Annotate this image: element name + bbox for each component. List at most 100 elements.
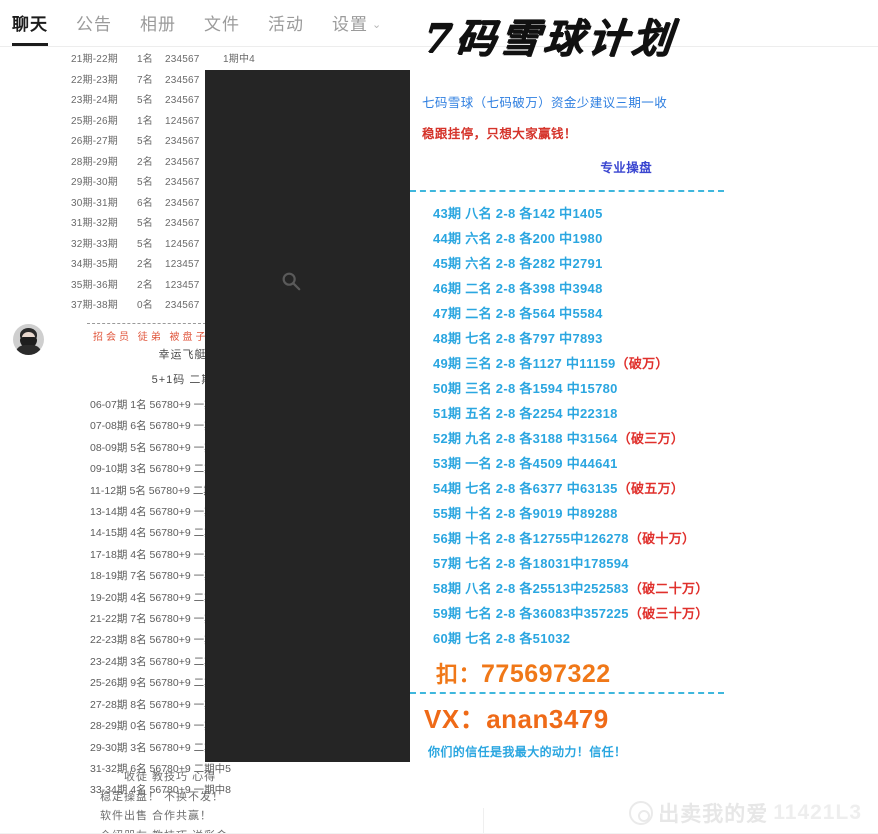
promo-entry-list: 43期 八名 2-8 各142 中1405 44期 六名 2-8 各200 中1… — [410, 192, 724, 651]
entry-text: 49期 三名 2-8 各1127 中11159 — [433, 356, 616, 371]
list-item: 48期 七名 2-8 各797 中7893 — [418, 326, 724, 351]
row-count: 2名 — [137, 259, 153, 270]
row-range: 28期-29期 — [71, 156, 118, 168]
row-count: 5名 — [137, 95, 153, 106]
row-count: 1名 — [137, 115, 153, 127]
list-item: 56期 十名 2-8 各12755中126278（破十万） — [418, 526, 724, 551]
entry-text: 52期 九名 2-8 各3188 中31564 — [433, 431, 618, 446]
nav-tab-album[interactable]: 相册 — [140, 10, 176, 37]
list-item: 44期 六名 2-8 各200 中1980 — [418, 226, 724, 251]
nav-tab-announcement[interactable]: 公告 — [76, 10, 112, 37]
nav-tab-settings[interactable]: 设置 ⌄ — [332, 10, 382, 37]
nav-tab-chat-label: 聊天 — [12, 14, 48, 34]
list-item: 54期 七名 2-8 各6377 中63135（破五万） — [418, 476, 724, 501]
nav-tab-files[interactable]: 文件 — [204, 10, 240, 37]
entry-text: 48期 七名 2-8 各797 中7893 — [433, 331, 603, 346]
promo-contact-block: 扣：775697322 VX：anan3479 你们的信任是我最大的动力！信任！ — [410, 651, 724, 760]
row-result: 1期中4 — [223, 54, 255, 65]
list-item: 57期 七名 2-8 各18031中178594 — [418, 551, 724, 576]
nav-tab-album-label: 相册 — [140, 14, 176, 34]
row-count: 5名 — [137, 218, 153, 229]
list-item: 47期 二名 2-8 各564 中5584 — [418, 301, 724, 326]
contact-qq-value: 775697322 — [481, 660, 611, 688]
list-item: 50期 三名 2-8 各1594 中15780 — [418, 376, 724, 401]
nav-tab-files-label: 文件 — [204, 14, 240, 34]
footer-line: 收徒 教技巧 心得 — [124, 771, 217, 783]
weibo-watermark: 出卖我的爱 11421L3 — [629, 798, 862, 828]
nav-tab-activity[interactable]: 活动 — [268, 10, 304, 37]
list-item: 43期 八名 2-8 各142 中1405 — [418, 201, 724, 226]
list-item: 55期 十名 2-8 各9019 中89288 — [418, 501, 724, 526]
row-count: 5名 — [137, 136, 153, 147]
page-title: 7码雪球计划 — [421, 15, 678, 62]
promo-pro-label: 专业操盘 — [600, 161, 652, 175]
entry-text: 54期 七名 2-8 各6377 中63135 — [433, 481, 618, 496]
entry-note: （破二十万） — [628, 581, 709, 596]
entry-text: 60期 七名 2-8 各51032 — [433, 631, 571, 646]
entry-note: （破三万） — [617, 431, 685, 446]
row-range: 31期-32期 — [71, 218, 118, 229]
watermark-username: 出卖我的爱 — [658, 803, 769, 826]
list-item: 53期 一名 2-8 各4509 中44641 — [418, 451, 724, 476]
entry-text: 59期 七名 2-8 各36083中357225 — [433, 606, 629, 621]
promo-trust-line: 你们的信任是我最大的动力！信任！ — [428, 745, 627, 759]
nav-tab-settings-label: 设置 — [332, 14, 368, 34]
row-range: 23期-24期 — [71, 95, 118, 106]
promo-headline-red: 稳跟挂停，只想大家赢钱！ — [422, 127, 577, 141]
nav-tab-chat[interactable]: 聊天 — [12, 10, 48, 46]
list-item: 52期 九名 2-8 各3188 中31564（破三万） — [418, 426, 724, 451]
entry-text: 50期 三名 2-8 各1594 中15780 — [433, 381, 618, 396]
entry-text: 51期 五名 2-8 各2254 中22318 — [433, 406, 618, 421]
row-count: 1名 — [137, 54, 153, 65]
entry-text: 43期 八名 2-8 各142 中1405 — [433, 206, 603, 221]
row-range: 35期-36期 — [71, 279, 118, 291]
entry-note: （破五万） — [617, 481, 685, 496]
row-range: 30期-31期 — [71, 197, 118, 209]
footer-line: 稳定操盘！ 不换不发！ — [100, 790, 225, 803]
chevron-down-icon: ⌄ — [372, 18, 383, 31]
promo-image-card: 七码雪球（七码破万）资金少建议三期一收 稳跟挂停，只想大家赢钱！ 专业操盘 43… — [410, 70, 724, 762]
entry-text: 55期 十名 2-8 各9019 中89288 — [433, 506, 618, 521]
row-range: 34期-35期 — [71, 259, 118, 270]
promo-headline-blue: 七码雪球（七码破万）资金少建议三期一收 — [422, 96, 668, 110]
entry-text: 47期 二名 2-8 各564 中5584 — [433, 306, 603, 321]
nav-tab-announcement-label: 公告 — [76, 14, 112, 34]
entry-text: 45期 六名 2-8 各282 中2791 — [433, 256, 603, 271]
row-count: 0名 — [137, 300, 153, 311]
entry-text: 44期 六名 2-8 各200 中1980 — [433, 231, 603, 246]
screen-root: 聊天 公告 相册 文件 活动 设置 ⌄ 21期-22期 1名 234567 1期中4 2… — [0, 0, 878, 834]
contact-qq-label: 扣： — [436, 662, 482, 687]
row-range: 22期-23期 — [71, 74, 118, 86]
entry-note: （破三十万） — [628, 606, 709, 621]
entry-note: （破十万） — [628, 531, 696, 546]
contact-qq-line: 扣：775697322 — [410, 657, 724, 689]
row-count: 2名 — [137, 156, 153, 168]
row-range: 25期-26期 — [71, 115, 118, 127]
promo-header: 七码雪球（七码破万）资金少建议三期一收 稳跟挂停，只想大家赢钱！ 专业操盘 — [410, 70, 724, 192]
watermark-number: 11421L3 — [773, 801, 862, 824]
contact-vx-value: anan3479 — [486, 704, 609, 734]
nav-tab-activity-label: 活动 — [268, 14, 304, 34]
list-item: 46期 二名 2-8 各398 中3948 — [418, 276, 724, 301]
row-numbers: 234567 — [165, 54, 200, 65]
entry-text: 56期 十名 2-8 各12755中126278 — [433, 531, 629, 546]
row-range: 29期-30期 — [71, 177, 118, 188]
entry-text: 58期 八名 2-8 各25513中252583 — [433, 581, 629, 596]
row-count: 7名 — [137, 74, 153, 86]
row-range: 21期-22期 — [71, 54, 118, 65]
weibo-logo-icon — [629, 801, 654, 825]
entry-note: （破万） — [615, 356, 669, 371]
contact-vx-line: VX：anan3479 — [410, 699, 724, 736]
row-count: 6名 — [137, 197, 153, 209]
magnifier-icon[interactable] — [280, 270, 302, 292]
avatar[interactable] — [13, 324, 44, 355]
list-item: 49期 三名 2-8 各1127 中11159（破万） — [418, 351, 724, 376]
row-count: 5名 — [137, 238, 153, 250]
table-row: 21期-22期 1名 234567 1期中4 — [71, 50, 405, 71]
entry-text: 53期 一名 2-8 各4509 中44641 — [433, 456, 618, 471]
entry-text: 57期 七名 2-8 各18031中178594 — [433, 556, 629, 571]
list-item: 51期 五名 2-8 各2254 中22318 — [418, 401, 724, 426]
list-item: 45期 六名 2-8 各282 中2791 — [418, 251, 724, 276]
promo-divider-bottom — [410, 692, 724, 694]
entry-text: 46期 二名 2-8 各398 中3948 — [433, 281, 603, 296]
